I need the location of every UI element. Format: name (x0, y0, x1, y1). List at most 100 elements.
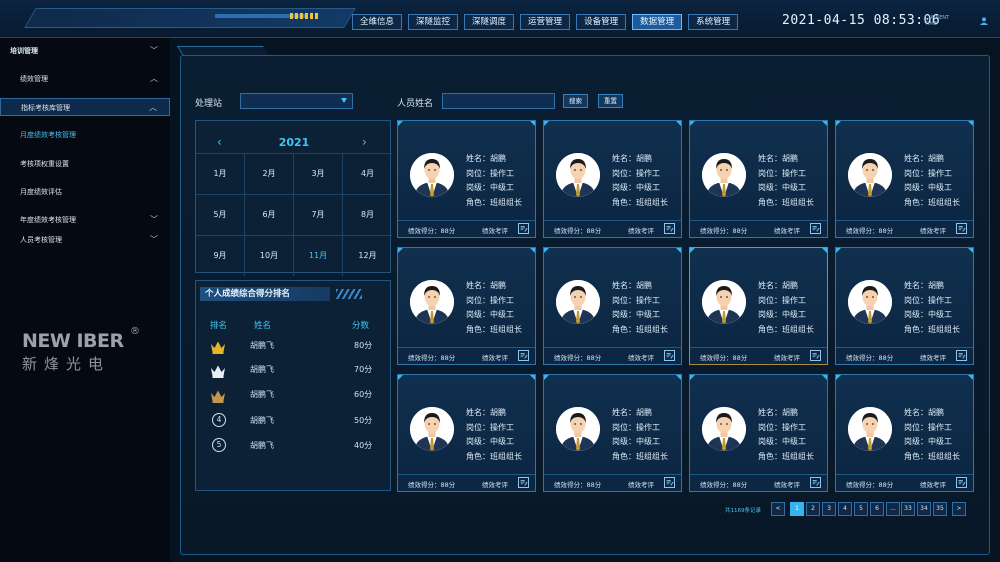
edit-document-icon[interactable] (810, 223, 821, 234)
calendar-month-cell[interactable]: 6月 (245, 194, 294, 235)
pagination-page-button[interactable]: 6 (870, 502, 884, 516)
staff-card[interactable]: 姓名：胡鹏 岗位：操作工 岗级：中级工 角色：班组组长 绩效得分：88分 绩效考评 (397, 247, 536, 365)
staff-card[interactable]: 姓名：胡鹏 岗位：操作工 岗级：中级工 角色：班组组长 绩效得分：88分 绩效考评 (835, 374, 974, 492)
pagination-page-button[interactable]: 4 (838, 502, 852, 516)
staff-card[interactable]: 姓名：胡鹏 岗位：操作工 岗级：中级工 角色：班组组长 绩效得分：88分 绩效考评 (835, 120, 974, 238)
sidebar-item-annual-assessment[interactable]: 年度绩效考核管理 ﹀ (0, 211, 170, 229)
user-icon[interactable] (980, 17, 988, 25)
nav-item-system[interactable]: 系统管理 (688, 14, 739, 30)
pagination-page-button[interactable]: 34 (917, 502, 931, 516)
sidebar-item-monthly-assessment[interactable]: 月度绩效考核管理 (0, 126, 170, 144)
nav-item-data-management[interactable]: 数据管理 (632, 14, 683, 30)
sidebar-item-weight-settings[interactable]: 考核项权重设置 (0, 155, 170, 173)
reset-button[interactable]: 重置 (598, 94, 623, 108)
edit-document-icon[interactable] (956, 223, 967, 234)
nav-item-all-info[interactable]: 全维信息 (352, 14, 403, 30)
staff-card[interactable]: 姓名：胡鹏 岗位：操作工 岗级：中级工 角色：班组组长 绩效得分：88分 绩效考评 (543, 374, 682, 492)
edit-document-icon[interactable] (664, 223, 675, 234)
corner-decoration (676, 375, 681, 380)
edit-document-icon[interactable] (518, 350, 529, 361)
performance-eval-link[interactable]: 绩效考评 (628, 352, 654, 362)
calendar-month-cell[interactable]: 11月 (294, 235, 343, 276)
card-footer: 绩效得分：88分 绩效考评 (544, 474, 681, 491)
performance-eval-link[interactable]: 绩效考评 (482, 225, 508, 235)
performance-eval-link[interactable]: 绩效考评 (774, 225, 800, 235)
calendar-month-cell[interactable]: 8月 (343, 194, 392, 235)
staff-level: 岗级：中级工 (466, 183, 514, 192)
sidebar-item-performance[interactable]: 绩效管理 ︿ (0, 70, 170, 88)
staff-card[interactable]: 姓名：胡鹏 岗位：操作工 岗级：中级工 角色：班组组长 绩效得分：88分 绩效考评 (397, 374, 536, 492)
pagination-next-button[interactable]: > (952, 502, 966, 516)
edit-document-icon[interactable] (664, 350, 675, 361)
pagination-page-button[interactable]: 35 (933, 502, 947, 516)
performance-eval-link[interactable]: 绩效考评 (920, 225, 946, 235)
edit-document-icon[interactable] (810, 350, 821, 361)
sidebar-item-staff-assessment[interactable]: 人员考核管理 ﹀ (0, 231, 170, 249)
staff-card[interactable]: 姓名：胡鹏 岗位：操作工 岗级：中级工 角色：班组组长 绩效得分：88分 绩效考评 (835, 247, 974, 365)
edit-document-icon[interactable] (810, 477, 821, 488)
staff-card[interactable]: 姓名：胡鹏 岗位：操作工 岗级：中级工 角色：班组组长 绩效得分：88分 绩效考评 (689, 120, 828, 238)
nav-item-equipment[interactable]: 设备管理 (576, 14, 627, 30)
edit-document-icon[interactable] (518, 223, 529, 234)
search-button[interactable]: 搜索 (563, 94, 588, 108)
nav-item-operations[interactable]: 运营管理 (520, 14, 571, 30)
staff-name: 姓名：胡鹏 (758, 281, 798, 290)
performance-eval-link[interactable]: 绩效考评 (920, 352, 946, 362)
calendar-month-cell[interactable]: 4月 (343, 153, 392, 194)
pagination-page-button[interactable]: 1 (790, 502, 804, 516)
performance-eval-link[interactable]: 绩效考评 (628, 479, 654, 489)
nav-item-tunnel-monitor[interactable]: 深隧监控 (408, 14, 459, 30)
calendar-month-cell[interactable]: 9月 (196, 235, 245, 276)
pagination-page-button[interactable]: 5 (854, 502, 868, 516)
name-input[interactable] (442, 93, 555, 109)
nav-item-tunnel-dispatch[interactable]: 深隧调度 (464, 14, 515, 30)
edit-document-icon[interactable] (664, 477, 675, 488)
staff-name: 姓名：胡鹏 (466, 408, 506, 417)
avatar (556, 153, 600, 197)
station-select[interactable] (240, 93, 353, 109)
staff-card[interactable]: 姓名：胡鹏 岗位：操作工 岗级：中级工 角色：班组组长 绩效得分：88分 绩效考评 (689, 374, 828, 492)
sidebar-item-indicator-library[interactable]: 指标考核库管理 ︿ (0, 98, 170, 116)
staff-card[interactable]: 姓名：胡鹏 岗位：操作工 岗级：中级工 角色：班组组长 绩效得分：88分 绩效考评 (543, 120, 682, 238)
pagination-prev-button[interactable]: < (771, 502, 785, 516)
card-footer: 绩效得分：88分 绩效考评 (544, 220, 681, 237)
sidebar-item-monthly-evaluation[interactable]: 月度绩效评估 (0, 183, 170, 201)
pagination-page-button[interactable]: 3 (822, 502, 836, 516)
card-footer: 绩效得分：88分 绩效考评 (690, 474, 827, 491)
staff-level: 岗级：中级工 (612, 183, 660, 192)
card-footer: 绩效得分：88分 绩效考评 (398, 347, 535, 364)
performance-eval-link[interactable]: 绩效考评 (920, 479, 946, 489)
calendar-month-cell[interactable]: 7月 (294, 194, 343, 235)
staff-role: 角色：班组组长 (612, 324, 668, 334)
staff-role: 角色：班组组长 (904, 451, 960, 461)
staff-level: 岗级：中级工 (758, 437, 806, 446)
edit-document-icon[interactable] (956, 350, 967, 361)
clock-caption: CURRENT TIME (925, 15, 949, 27)
calendar-month-cell[interactable]: 1月 (196, 153, 245, 194)
pagination-page-button[interactable]: 33 (901, 502, 915, 516)
calendar-month-cell[interactable]: 12月 (343, 235, 392, 276)
edit-document-icon[interactable] (518, 477, 529, 488)
chevron-right-icon[interactable]: › (362, 135, 367, 149)
ranking-row: 胡鹏飞 80分 (196, 338, 392, 358)
performance-eval-link[interactable]: 绩效考评 (774, 479, 800, 489)
sidebar-item-training[interactable]: 培训管理 ﹀ (0, 42, 170, 60)
performance-score: 绩效得分：88分 (408, 227, 456, 235)
performance-eval-link[interactable]: 绩效考评 (482, 352, 508, 362)
performance-eval-link[interactable]: 绩效考评 (482, 479, 508, 489)
pagination-page-button[interactable]: 2 (806, 502, 820, 516)
staff-card[interactable]: 姓名：胡鹏 岗位：操作工 岗级：中级工 角色：班组组长 绩效得分：88分 绩效考评 (397, 120, 536, 238)
performance-eval-link[interactable]: 绩效考评 (628, 225, 654, 235)
corner-decoration (544, 248, 549, 253)
edit-document-icon[interactable] (956, 477, 967, 488)
performance-eval-link[interactable]: 绩效考评 (774, 352, 800, 362)
calendar-month-cell[interactable]: 10月 (245, 235, 294, 276)
main-nav: 全维信息 深隧监控 深隧调度 运营管理 设备管理 数据管理 系统管理 (352, 14, 739, 30)
staff-role: 角色：班组组长 (758, 197, 814, 207)
calendar-month-cell[interactable]: 3月 (294, 153, 343, 194)
staff-card[interactable]: 姓名：胡鹏 岗位：操作工 岗级：中级工 角色：班组组长 绩效得分：88分 绩效考评 (689, 247, 828, 365)
staff-info: 姓名：胡鹏 岗位：操作工 岗级：中级工 角色：班组组长 (904, 406, 960, 464)
calendar-month-cell[interactable]: 2月 (245, 153, 294, 194)
calendar-month-cell[interactable]: 5月 (196, 194, 245, 235)
staff-card[interactable]: 姓名：胡鹏 岗位：操作工 岗级：中级工 角色：班组组长 绩效得分：88分 绩效考评 (543, 247, 682, 365)
